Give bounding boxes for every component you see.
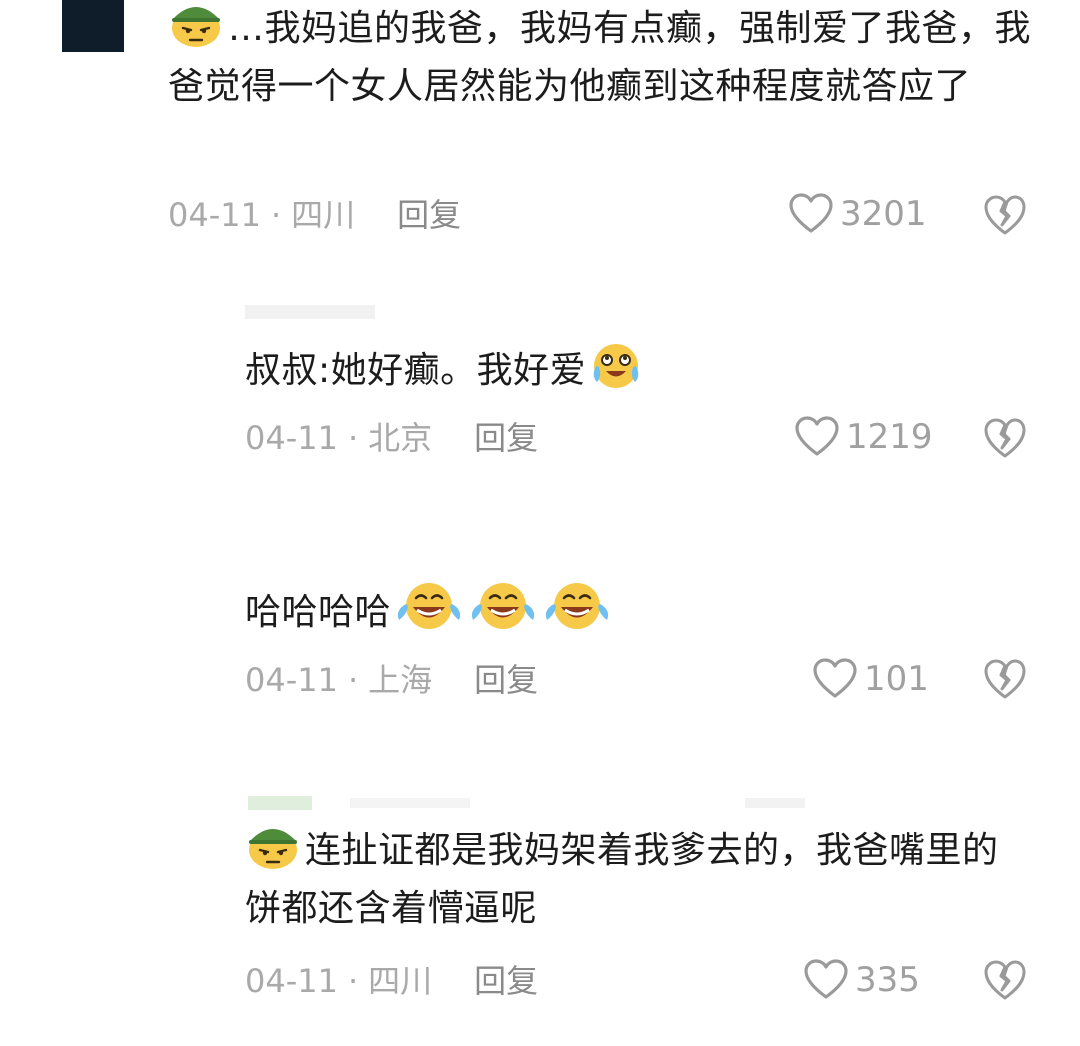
avatar[interactable] [62, 0, 124, 52]
laughing-tears-emoji [471, 583, 535, 629]
broken-heart-icon[interactable] [983, 959, 1027, 1003]
like-button[interactable]: 335 [803, 957, 920, 1003]
comment-location: 四川 [291, 196, 356, 234]
like-button[interactable]: 3201 [788, 191, 927, 237]
broken-heart-icon[interactable] [983, 658, 1027, 702]
like-count: 3201 [840, 194, 927, 234]
like-count: 335 [855, 960, 920, 1000]
comment-meta: 04-11 · 四川 回复 [245, 961, 538, 1001]
broken-heart-icon[interactable] [983, 194, 1027, 238]
comment-date: 04-11 [245, 661, 338, 699]
comment-location: 上海 [368, 661, 433, 699]
broken-heart-icon[interactable] [983, 417, 1027, 461]
separator-dot: · [347, 661, 359, 699]
comment-date: 04-11 [245, 962, 338, 1000]
comment-body: …我妈追的我爸，我妈有点癫，强制爱了我爸，我爸觉得一个女人居然能为他癫到这种程度… [168, 8, 1032, 107]
like-button[interactable]: 1219 [794, 414, 933, 460]
comment-body: 连扯证都是我妈架着我爹去的，我爸嘴里的饼都还含着懵逼呢 [245, 830, 999, 929]
comment-date: 04-11 [245, 419, 338, 457]
comment-text: …我妈追的我爸，我妈有点癫，强制爱了我爸，我爸觉得一个女人居然能为他癫到这种程度… [168, 0, 1038, 116]
comment-item: 连扯证都是我妈架着我爹去的，我爸嘴里的饼都还含着懵逼呢 [245, 822, 1025, 938]
reply-button[interactable]: 回复 [474, 962, 538, 1000]
heart-icon [813, 658, 857, 698]
like-count: 1219 [846, 417, 933, 457]
comment-item: 叔叔:她好癫。我好爱 [245, 340, 1045, 400]
comment-text: 连扯证都是我妈架着我爹去的，我爸嘴里的饼都还含着懵逼呢 [245, 822, 1015, 938]
comment-text: 哈哈哈哈 [245, 580, 1045, 642]
like-count: 101 [864, 659, 929, 699]
comment-text: 叔叔:她好癫。我好爱 [245, 340, 1045, 400]
comment-location: 四川 [368, 962, 433, 1000]
blurred-username [248, 796, 312, 810]
comment-meta: 04-11 · 四川 回复 [168, 195, 461, 235]
laughing-tears-emoji [397, 583, 461, 629]
blurred-username [745, 798, 805, 808]
reply-button[interactable]: 回复 [474, 419, 538, 457]
comment-body: 哈哈哈哈 [245, 592, 392, 633]
comment-meta: 04-11 · 上海 回复 [245, 660, 538, 700]
separator-dot: · [270, 196, 282, 234]
comment-meta: 04-11 · 北京 回复 [245, 418, 538, 458]
crying-laughing-emoji [593, 344, 639, 388]
army-helmet-face-emoji [172, 7, 220, 47]
heart-icon [795, 416, 839, 456]
laughing-tears-emoji [545, 583, 609, 629]
army-helmet-face-emoji [249, 829, 297, 869]
blurred-username [350, 798, 470, 808]
comment-item: 哈哈哈哈 [245, 580, 1045, 642]
comment-location: 北京 [368, 419, 433, 457]
comment-date: 04-11 [168, 196, 261, 234]
heart-icon [789, 193, 833, 233]
blurred-username [245, 305, 375, 319]
like-button[interactable]: 101 [812, 656, 929, 702]
reply-button[interactable]: 回复 [397, 196, 461, 234]
comment-body: 叔叔:她好癫。我好爱 [245, 350, 587, 391]
separator-dot: · [347, 419, 359, 457]
reply-button[interactable]: 回复 [474, 661, 538, 699]
comment-item: …我妈追的我爸，我妈有点癫，强制爱了我爸，我爸觉得一个女人居然能为他癫到这种程度… [168, 0, 1048, 116]
separator-dot: · [347, 962, 359, 1000]
heart-icon [804, 959, 848, 999]
